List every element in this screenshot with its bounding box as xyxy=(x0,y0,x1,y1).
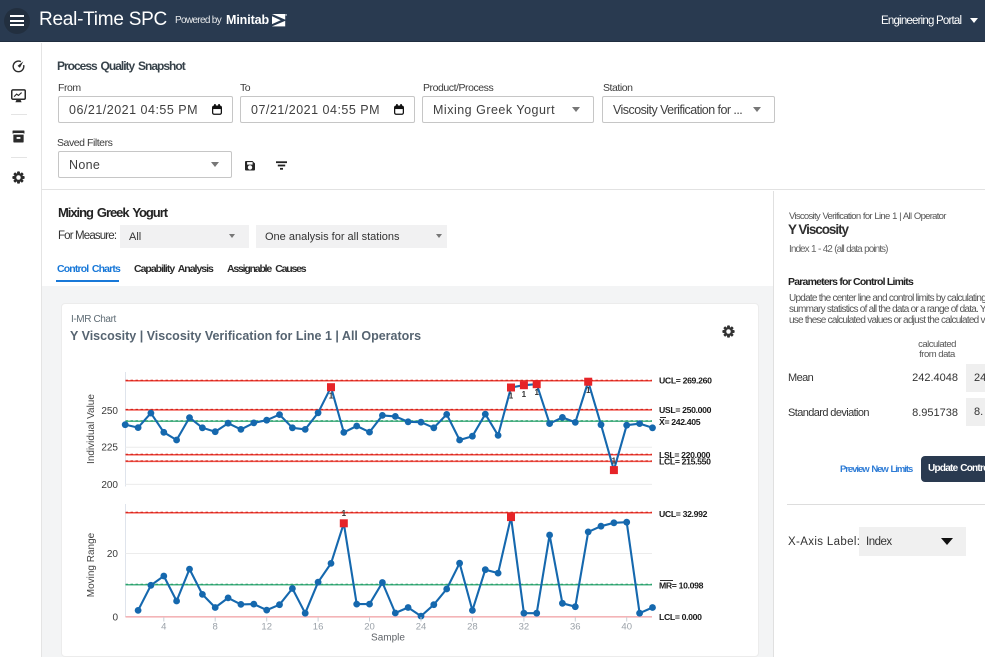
svg-text:LCL= 215.550: LCL= 215.550 xyxy=(659,457,711,467)
svg-text:1: 1 xyxy=(612,457,617,466)
svg-text:Moving Range: Moving Range xyxy=(86,532,97,597)
svg-text:MR= 10.098: MR= 10.098 xyxy=(659,581,704,591)
svg-text:1: 1 xyxy=(522,390,527,399)
svg-text:1: 1 xyxy=(329,392,334,401)
svg-text:UCL= 269.260: UCL= 269.260 xyxy=(659,376,712,386)
svg-text:USL= 250.000: USL= 250.000 xyxy=(659,405,712,415)
svg-text:Individual Value: Individual Value xyxy=(86,394,97,464)
svg-text:32: 32 xyxy=(519,622,530,633)
svg-text:250: 250 xyxy=(101,406,118,417)
svg-text:24: 24 xyxy=(416,622,427,633)
svg-text:0: 0 xyxy=(112,612,118,623)
svg-text:16: 16 xyxy=(313,622,324,633)
svg-text:225: 225 xyxy=(101,443,118,454)
svg-text:36: 36 xyxy=(570,622,581,633)
svg-text:1: 1 xyxy=(342,509,347,518)
svg-text:1: 1 xyxy=(586,386,591,395)
svg-text:28: 28 xyxy=(467,622,478,633)
svg-text:20: 20 xyxy=(364,622,375,633)
svg-text:UCL= 32.992: UCL= 32.992 xyxy=(659,509,708,519)
svg-text:X= 242.405: X= 242.405 xyxy=(659,417,701,427)
svg-text:LCL= 0.000: LCL= 0.000 xyxy=(659,612,702,622)
svg-text:12: 12 xyxy=(261,622,272,633)
svg-text:1: 1 xyxy=(509,392,514,401)
svg-text:4: 4 xyxy=(161,622,166,633)
svg-text:8: 8 xyxy=(213,622,218,633)
svg-text:200: 200 xyxy=(101,480,118,491)
svg-text:Sample: Sample xyxy=(371,633,405,644)
svg-text:40: 40 xyxy=(621,622,632,633)
svg-text:1: 1 xyxy=(534,388,539,397)
svg-text:20: 20 xyxy=(107,549,119,560)
